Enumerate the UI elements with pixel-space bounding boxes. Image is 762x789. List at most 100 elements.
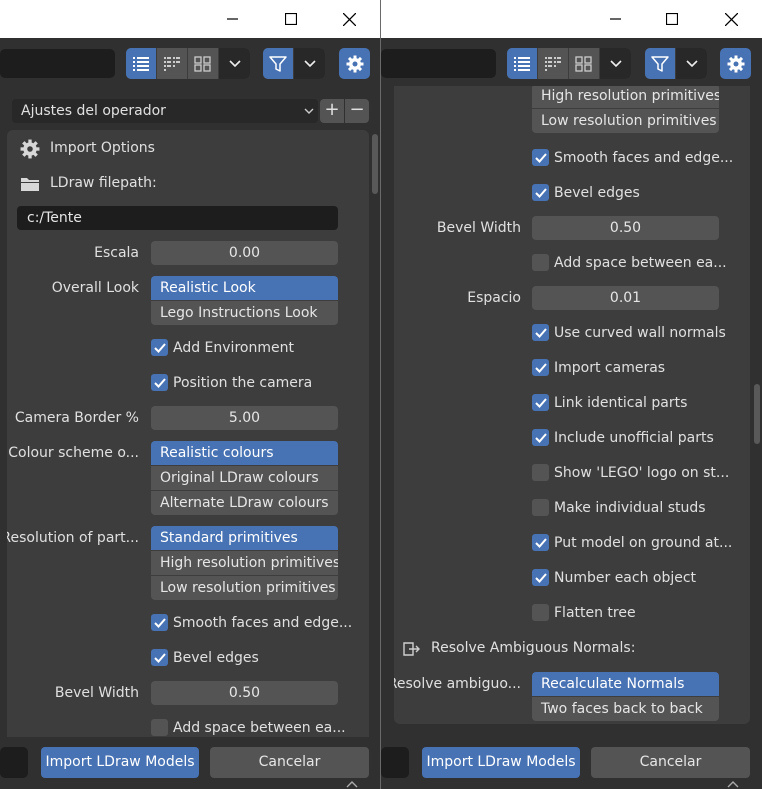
add-environment-checkbox[interactable]: Add Environment xyxy=(151,339,294,356)
file-browser-window-right: High resolution primitives Low resolutio… xyxy=(381,0,762,789)
add-preset-button[interactable]: + xyxy=(320,99,344,123)
preset-label: Ajustes del operador xyxy=(21,103,166,119)
filename-field[interactable] xyxy=(0,747,28,778)
filename-field[interactable] xyxy=(381,747,409,778)
plus-icon: + xyxy=(324,99,340,120)
bevel-width-field[interactable]: 0.50 xyxy=(532,216,719,240)
option-checkbox[interactable]: Show 'LEGO' logo on st... xyxy=(532,464,729,481)
checkmark-icon xyxy=(151,649,168,666)
cancel-button[interactable]: Cancelar xyxy=(210,747,369,778)
vertical-list-button[interactable] xyxy=(126,48,157,79)
filter-button[interactable] xyxy=(263,48,294,79)
checkmark-icon xyxy=(532,394,549,411)
display-dropdown-button[interactable] xyxy=(219,48,250,79)
close-window-button[interactable] xyxy=(702,0,760,38)
minimize-button[interactable] xyxy=(204,0,262,38)
option-checkbox[interactable]: Include unofficial parts xyxy=(532,429,714,446)
thumbnail-button[interactable] xyxy=(569,48,600,79)
bevel-edges-label: Bevel edges xyxy=(173,649,259,666)
filter-dropdown-button[interactable] xyxy=(294,48,325,79)
settings-button[interactable] xyxy=(720,48,751,79)
option-checkbox[interactable]: Link identical parts xyxy=(532,394,687,411)
horizontal-list-button[interactable] xyxy=(538,48,569,79)
resolution-option[interactable]: Low resolution primitives xyxy=(151,576,338,600)
resolution-option[interactable]: Standard primitives xyxy=(151,526,338,551)
smooth-faces-checkbox[interactable]: Smooth faces and edge... xyxy=(532,149,733,166)
checkmark-icon xyxy=(532,429,549,446)
gap-field[interactable]: 0.01 xyxy=(532,286,719,310)
vertical-list-button[interactable] xyxy=(507,48,538,79)
scrollbar[interactable] xyxy=(372,134,378,194)
scale-field[interactable]: 0.00 xyxy=(151,241,338,265)
filter-dropdown-button[interactable] xyxy=(676,48,707,79)
chevron-down-icon xyxy=(304,108,314,114)
smooth-faces-checkbox[interactable]: Smooth faces and edge... xyxy=(151,614,352,631)
checkbox-empty-icon xyxy=(151,719,168,736)
checkbox-empty-icon xyxy=(532,499,549,516)
option-checkbox[interactable]: Put model on ground at... xyxy=(532,534,732,551)
filter-button[interactable] xyxy=(645,48,676,79)
position-camera-checkbox[interactable]: Position the camera xyxy=(151,374,312,391)
close-icon xyxy=(342,12,356,26)
cancel-button[interactable]: Cancelar xyxy=(591,747,750,778)
maximize-button[interactable] xyxy=(262,0,320,38)
operator-preset-dropdown[interactable]: Ajustes del operador xyxy=(12,99,318,123)
resolve-normals-heading: Resolve Ambiguous Normals: xyxy=(431,640,636,656)
option-checkbox[interactable]: Import cameras xyxy=(532,359,665,376)
chevron-down-icon xyxy=(303,59,316,67)
bevel-width-field[interactable]: 0.50 xyxy=(151,681,338,705)
colour-scheme-option[interactable]: Alternate LDraw colours xyxy=(151,491,338,515)
option-checkbox[interactable]: Use curved wall normals xyxy=(532,324,726,341)
resolution-option[interactable]: High resolution primitives xyxy=(532,86,719,109)
option-checkbox[interactable]: Number each object xyxy=(532,569,696,586)
path-field[interactable] xyxy=(381,49,496,78)
chevron-up-icon xyxy=(346,781,358,788)
remove-preset-button[interactable]: − xyxy=(345,99,369,123)
minimize-button[interactable] xyxy=(587,0,645,38)
resolution-option[interactable]: Low resolution primitives xyxy=(532,109,719,133)
resolution-options: Standard primitives High resolution prim… xyxy=(151,526,338,600)
import-button[interactable]: Import LDraw Models xyxy=(422,747,580,778)
settings-icon xyxy=(20,139,40,163)
maximize-button[interactable] xyxy=(643,0,701,38)
option-checkbox-label: Link identical parts xyxy=(554,394,688,411)
filepath-input[interactable]: c:/Tente xyxy=(17,206,338,230)
checkmark-icon xyxy=(151,339,168,356)
settings-button[interactable] xyxy=(339,48,370,79)
filter-icon xyxy=(651,55,669,72)
title-bar xyxy=(381,0,762,38)
import-button[interactable]: Import LDraw Models xyxy=(41,747,199,778)
file-browser-window-left: Ajustes del operador + − Import Options … xyxy=(0,0,380,789)
scale-label: Escala xyxy=(94,245,139,261)
bevel-edges-checkbox[interactable]: Bevel edges xyxy=(151,649,259,666)
option-checkbox[interactable]: Flatten tree xyxy=(532,604,636,621)
filter-group xyxy=(263,48,325,79)
bevel-edges-checkbox[interactable]: Bevel edges xyxy=(532,184,640,201)
resolve-normals-option[interactable]: Recalculate Normals xyxy=(532,672,719,697)
thumbnail-button[interactable] xyxy=(188,48,219,79)
colour-scheme-option[interactable]: Original LDraw colours xyxy=(151,466,338,491)
resolve-normals-option[interactable]: Two faces back to back xyxy=(532,697,719,721)
display-dropdown-button[interactable] xyxy=(600,48,631,79)
display-mode-group xyxy=(507,48,631,79)
colour-scheme-option[interactable]: Realistic colours xyxy=(151,441,338,466)
resolution-option[interactable]: High resolution primitives xyxy=(151,551,338,576)
horizontal-list-button[interactable] xyxy=(157,48,188,79)
checkmark-icon xyxy=(532,149,549,166)
add-environment-label: Add Environment xyxy=(173,339,294,356)
option-checkbox-label: Number each object xyxy=(554,569,697,586)
overall-look-option[interactable]: Lego Instructions Look xyxy=(151,301,338,325)
browser-header xyxy=(381,38,762,90)
add-space-checkbox[interactable]: Add space between ea... xyxy=(532,254,727,271)
checkmark-icon xyxy=(532,569,549,586)
scrollbar[interactable] xyxy=(754,384,760,444)
checkbox-empty-icon xyxy=(532,254,549,271)
option-checkbox[interactable]: Make individual studs xyxy=(532,499,706,516)
close-window-button[interactable] xyxy=(320,0,378,38)
overall-look-option[interactable]: Realistic Look xyxy=(151,276,338,301)
minimize-icon xyxy=(227,18,238,20)
add-space-checkbox[interactable]: Add space between ea... xyxy=(151,719,346,736)
option-checkbox-label: Include unofficial parts xyxy=(554,429,714,446)
path-field[interactable] xyxy=(0,49,115,78)
camera-border-field[interactable]: 5.00 xyxy=(151,406,338,430)
